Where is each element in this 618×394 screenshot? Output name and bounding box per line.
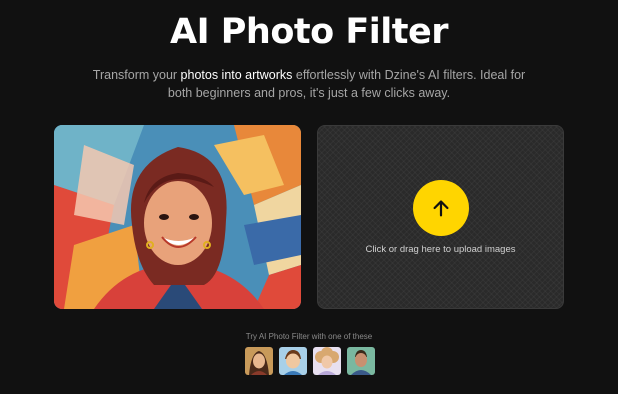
sample-thumbnail-2[interactable] [279, 347, 307, 375]
upload-dropzone[interactable]: Click or drag here to upload images [317, 125, 564, 309]
sample-image-3 [313, 347, 341, 375]
sample-image-1 [245, 347, 273, 375]
sample-thumbnail-4[interactable] [347, 347, 375, 375]
artwork-illustration [54, 125, 301, 309]
sample-image-4 [347, 347, 375, 375]
sample-thumbnails [245, 347, 375, 375]
subtitle-text-1: Transform your [92, 68, 181, 82]
upload-button[interactable] [413, 180, 469, 236]
arrow-up-icon [433, 200, 449, 217]
subtitle-highlight: photos into artworks [180, 68, 293, 82]
samples-label: Try AI Photo Filter with one of these [245, 332, 373, 341]
page-subtitle: Transform your photos into artworks effo… [80, 66, 538, 102]
sample-thumbnail-3[interactable] [313, 347, 341, 375]
page-title: AI Photo Filter [169, 12, 449, 52]
sample-image-2 [279, 347, 307, 375]
upload-instructions: Click or drag here to upload images [365, 244, 516, 255]
sample-thumbnail-1[interactable] [245, 347, 273, 375]
example-artwork-image [54, 125, 301, 309]
